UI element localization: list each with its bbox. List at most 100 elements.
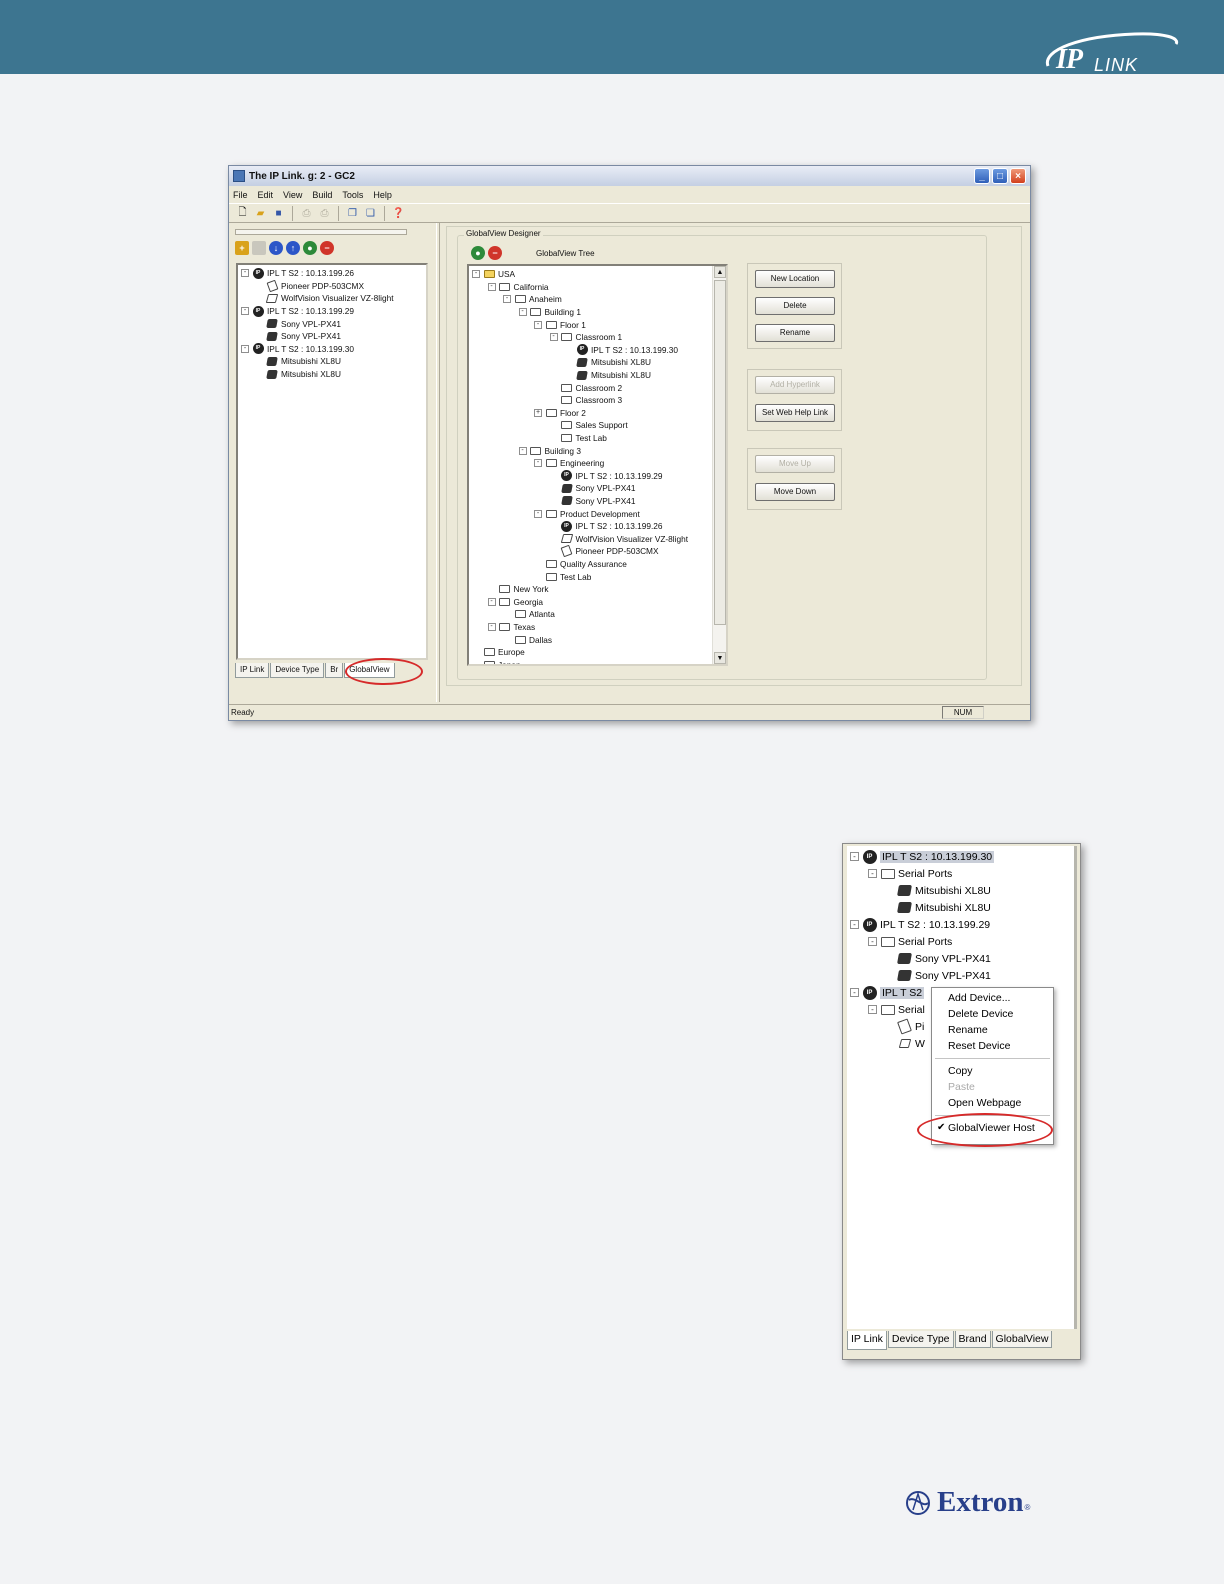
paste-icon[interactable]: ❏ bbox=[363, 206, 378, 221]
move-down-button[interactable]: Move Down bbox=[755, 483, 835, 501]
tree-node[interactable]: Dallas bbox=[469, 633, 726, 646]
panel-splitter[interactable] bbox=[436, 223, 440, 702]
menu-item-add-device[interactable]: Add Device... bbox=[932, 990, 1053, 1006]
tree-node[interactable]: IP IPL T S2 : 10.13.199.29 bbox=[469, 470, 726, 483]
tab-ip-link[interactable]: IP Link bbox=[235, 663, 270, 678]
save-icon[interactable]: ■ bbox=[271, 206, 286, 221]
tree-node[interactable]: - IP IPL T S2 : 10.13.199.30 bbox=[238, 343, 426, 356]
menu-item-delete-device[interactable]: Delete Device bbox=[932, 1006, 1053, 1022]
collapse-icon[interactable]: - bbox=[241, 307, 249, 316]
tab-globalview[interactable]: GlobalView bbox=[991, 1331, 1053, 1348]
tree-node[interactable]: - Texas bbox=[469, 621, 726, 634]
collapse-icon[interactable]: - bbox=[487, 622, 496, 631]
set-web-help-link-button[interactable]: Set Web Help Link bbox=[755, 404, 835, 422]
collapse-icon[interactable]: - bbox=[518, 308, 527, 317]
connect-icon[interactable]: ● bbox=[471, 246, 485, 260]
tree-node[interactable]: Sony VPL-PX41 bbox=[469, 482, 726, 495]
menu-tools[interactable]: Tools bbox=[342, 190, 363, 200]
open-folder-icon[interactable]: ▰ bbox=[253, 206, 268, 221]
tree-node[interactable]: Classroom 2 bbox=[469, 381, 726, 394]
tree-node[interactable]: Sony VPL-PX41 bbox=[469, 495, 726, 508]
tree-node[interactable]: Mitsubishi XL8U bbox=[469, 356, 726, 369]
collapse-icon[interactable]: - bbox=[487, 282, 496, 291]
collapse-icon[interactable]: - bbox=[472, 270, 480, 279]
collapse-icon[interactable]: - bbox=[487, 597, 496, 606]
scroll-down-arrow[interactable]: ▼ bbox=[714, 652, 726, 664]
collapse-icon[interactable]: - bbox=[850, 920, 859, 929]
tree-node[interactable]: Quality Assurance bbox=[469, 558, 726, 571]
tree-node[interactable]: - Georgia bbox=[469, 595, 726, 608]
device-tree[interactable]: - IP IPL T S2 : 10.13.199.26 Pioneer PDP-50… bbox=[236, 263, 428, 660]
globalview-tree[interactable]: - USA - California - Anaheim - Building 1- Floor… bbox=[467, 264, 728, 666]
scroll-thumb[interactable] bbox=[714, 280, 726, 625]
collapse-icon[interactable]: - bbox=[850, 988, 859, 997]
tree-node[interactable]: Test Lab bbox=[469, 570, 726, 583]
help-icon[interactable]: ❓ bbox=[391, 206, 406, 221]
collapse-icon[interactable]: - bbox=[850, 852, 859, 861]
print-icon[interactable]: ⎙ bbox=[299, 206, 314, 221]
tree-node[interactable]: Classroom 3 bbox=[469, 394, 726, 407]
tree-node[interactable]: - Floor 1 bbox=[469, 318, 726, 331]
remove-device-icon[interactable] bbox=[252, 241, 266, 255]
tree-node[interactable]: - Building 3 bbox=[469, 444, 726, 457]
tree-node[interactable]: - Building 1 bbox=[469, 306, 726, 319]
tree-node[interactable]: - Product Development bbox=[469, 507, 726, 520]
tree-node[interactable]: - IP IPL T S2 : 10.13.199.26 bbox=[238, 267, 426, 280]
tree-node[interactable]: Atlanta bbox=[469, 608, 726, 621]
tree-node[interactable]: - Anaheim bbox=[469, 293, 726, 306]
new-location-button[interactable]: New Location bbox=[755, 270, 835, 288]
copy-icon[interactable]: ❐ bbox=[345, 206, 360, 221]
collapse-icon[interactable]: - bbox=[868, 869, 877, 878]
print-preview-icon[interactable]: ⎙ bbox=[317, 206, 332, 221]
new-file-icon[interactable]: 🗋 bbox=[235, 206, 250, 221]
tree-node[interactable]: New York bbox=[469, 583, 726, 596]
disconnect-icon[interactable]: − bbox=[488, 246, 502, 260]
tree-node[interactable]: - IP IPL T S2 : 10.13.199.29 bbox=[238, 305, 426, 318]
collapse-icon[interactable]: - bbox=[503, 295, 511, 304]
menu-edit[interactable]: Edit bbox=[258, 190, 274, 200]
tree-node[interactable]: Sony VPL-PX41 bbox=[238, 317, 426, 330]
tree-node[interactable]: - Engineering bbox=[469, 457, 726, 470]
delete-button[interactable]: Delete bbox=[755, 297, 835, 315]
tree-node[interactable]: Sony VPL-PX41 bbox=[847, 967, 1074, 984]
tree-node[interactable]: Pioneer PDP-503CMX bbox=[238, 279, 426, 293]
tree-node[interactable]: Japan bbox=[469, 658, 726, 664]
menu-item-reset-device[interactable]: Reset Device bbox=[932, 1038, 1053, 1054]
minimize-button[interactable]: _ bbox=[974, 168, 990, 184]
add-device-icon[interactable]: + bbox=[235, 241, 249, 255]
disconnect-icon[interactable]: − bbox=[320, 241, 334, 255]
tree-node[interactable]: - Classroom 1 bbox=[469, 331, 726, 344]
tab-device-type[interactable]: Device Type bbox=[270, 663, 325, 678]
menu-item-paste[interactable]: Paste bbox=[932, 1079, 1053, 1095]
tab-ip-link[interactable]: IP Link bbox=[847, 1331, 887, 1350]
tree-node[interactable]: Mitsubishi XL8U bbox=[847, 882, 1074, 899]
menu-view[interactable]: View bbox=[283, 190, 302, 200]
tree-node[interactable]: Mitsubishi XL8U bbox=[847, 899, 1074, 916]
tree-node[interactable]: Mitsubishi XL8U bbox=[469, 369, 726, 382]
tree-node[interactable]: - Serial Ports bbox=[847, 865, 1074, 882]
collapse-icon[interactable]: - bbox=[868, 937, 877, 946]
scroll-up-arrow[interactable]: ▲ bbox=[714, 266, 726, 278]
tree-node[interactable]: - USA bbox=[469, 268, 726, 281]
tree-node[interactable]: - IP IPL T S2 : 10.13.199.29 bbox=[847, 916, 1074, 933]
tree-node[interactable]: + Floor 2 bbox=[469, 407, 726, 420]
tree-node[interactable]: Test Lab bbox=[469, 432, 726, 445]
collapse-icon[interactable]: - bbox=[241, 269, 249, 278]
arrow-down-icon[interactable]: ↓ bbox=[269, 241, 283, 255]
tree-node[interactable]: Mitsubishi XL8U bbox=[238, 368, 426, 381]
tree-node[interactable]: Pioneer PDP-503CMX bbox=[469, 545, 726, 558]
tree-node[interactable]: WolfVision Visualizer VZ-8light bbox=[238, 292, 426, 305]
tree-node[interactable]: IP IPL T S2 : 10.13.199.30 bbox=[469, 344, 726, 357]
tree-node[interactable]: - Serial Ports bbox=[847, 933, 1074, 950]
tree-node[interactable]: WolfVision Visualizer VZ-8light bbox=[469, 532, 726, 545]
add-hyperlink-button[interactable]: Add Hyperlink bbox=[755, 376, 835, 394]
close-button[interactable]: × bbox=[1010, 168, 1026, 184]
maximize-button[interactable]: □ bbox=[992, 168, 1008, 184]
menu-build[interactable]: Build bbox=[312, 190, 332, 200]
rename-button[interactable]: Rename bbox=[755, 324, 835, 342]
collapse-icon[interactable]: - bbox=[518, 446, 527, 455]
collapse-icon[interactable]: - bbox=[534, 509, 542, 518]
arrow-up-icon[interactable]: ↑ bbox=[286, 241, 300, 255]
tree-node[interactable]: - California bbox=[469, 281, 726, 294]
collapse-icon[interactable]: - bbox=[534, 459, 542, 468]
